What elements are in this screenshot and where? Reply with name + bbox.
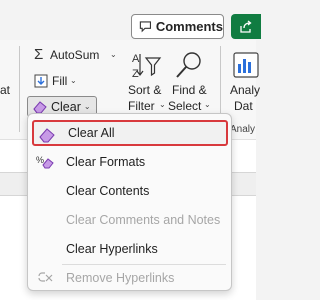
svg-text:Z: Z <box>132 68 139 80</box>
chevron-down-icon: ⌄ <box>204 100 211 109</box>
autosum-label: AutoSum <box>50 48 100 62</box>
menu-item-clear-formats[interactable]: % Clear Formats <box>32 149 228 175</box>
sort-filter-label-line1: Sort & <box>128 83 162 97</box>
svg-text:A: A <box>132 53 140 65</box>
clear-label: Clear <box>51 99 81 114</box>
menu-item-label: Clear Comments and Notes <box>66 213 221 227</box>
partial-ribbon-label: at <box>0 83 11 97</box>
fill-label: Fill <box>52 74 68 88</box>
clear-dropdown-menu: Clear All % Clear Formats Clear Contents… <box>27 113 232 291</box>
analyze-data-button[interactable]: Analy Dat <box>228 50 260 120</box>
sort-filter-button[interactable]: A Z Sort & Filter ⌄ <box>128 50 166 120</box>
sort-filter-icon: A Z <box>132 53 162 80</box>
menu-item-remove-hyperlinks: Remove Hyperlinks <box>32 265 228 291</box>
magnifier-icon <box>176 52 201 78</box>
share-button[interactable] <box>231 14 261 39</box>
menu-item-clear-all[interactable]: Clear All <box>32 120 228 146</box>
remove-link-icon <box>38 272 53 282</box>
comments-button[interactable]: Comments <box>131 14 224 39</box>
menu-item-label: Clear Hyperlinks <box>66 242 158 256</box>
analyze-label-line2: Dat <box>234 99 253 113</box>
fill-down-icon <box>34 74 48 88</box>
analyze-data-icon <box>233 52 259 78</box>
menu-item-clear-contents[interactable]: Clear Contents <box>32 178 228 204</box>
analyze-label-line1: Analy <box>230 83 261 97</box>
title-bar-strip: Comments <box>0 0 261 40</box>
svg-text:%: % <box>36 155 44 165</box>
ribbon-separator <box>19 46 20 132</box>
analysis-group-label: Analy <box>230 124 256 135</box>
menu-item-clear-hyperlinks[interactable]: Clear Hyperlinks <box>32 236 228 262</box>
find-select-label-line2: Select <box>168 99 202 113</box>
chevron-down-icon: ⌄ <box>83 102 91 111</box>
comment-icon <box>139 21 151 33</box>
share-icon <box>240 19 252 33</box>
chevron-down-icon: ⌄ <box>110 50 117 59</box>
sigma-icon: Σ <box>34 46 44 63</box>
chevron-down-icon: ⌄ <box>70 76 77 85</box>
sort-filter-label-line2: Filter <box>128 99 155 113</box>
comments-label: Comments <box>155 19 223 34</box>
menu-item-label: Clear All <box>68 126 115 140</box>
eraser-icon <box>39 128 55 143</box>
menu-item-label: Clear Contents <box>66 184 150 198</box>
menu-item-label: Remove Hyperlinks <box>66 271 175 285</box>
menu-item-label: Clear Formats <box>66 155 146 169</box>
chevron-down-icon: ⌄ <box>159 100 166 109</box>
find-select-button[interactable]: Find & Select ⌄ <box>168 50 212 120</box>
clear-formats-icon: % <box>36 155 54 169</box>
menu-item-clear-comments-notes: Clear Comments and Notes <box>32 207 228 233</box>
find-select-label-line1: Find & <box>172 83 207 97</box>
eraser-icon <box>33 100 47 113</box>
